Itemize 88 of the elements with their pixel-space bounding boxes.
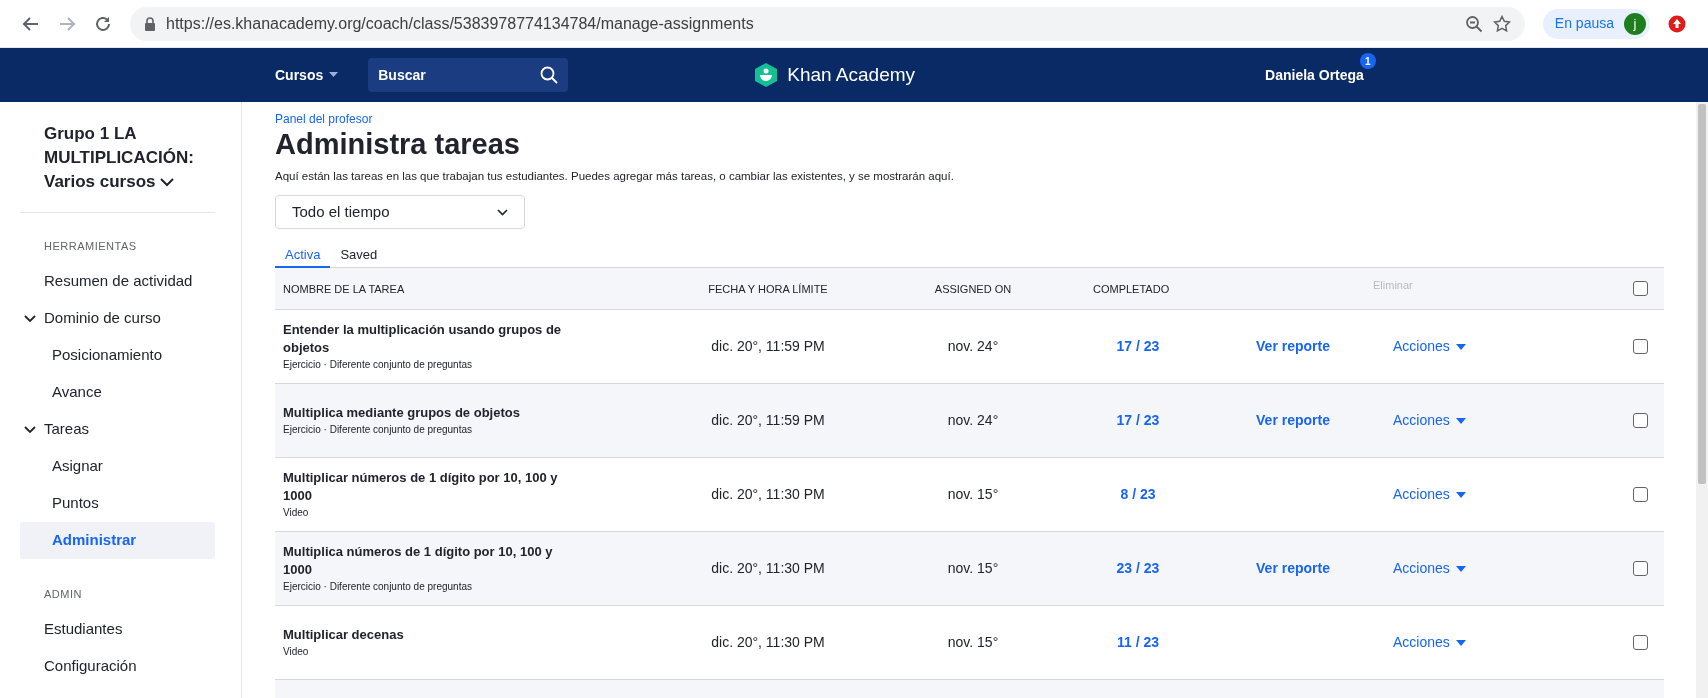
class-selector[interactable]: Grupo 1 LA MULTIPLICACIÓN: Varios cursos	[44, 122, 219, 194]
caret-icon	[329, 72, 339, 78]
sidebar-item[interactable]: Configuración	[20, 648, 215, 685]
assignment-name: Multiplicar decenas	[283, 626, 405, 645]
column-header: NOMBRE DE LA TAREA	[283, 281, 406, 297]
completion-link[interactable]: 8 / 23	[1120, 484, 1156, 506]
star-icon	[1492, 14, 1511, 33]
lock-icon	[144, 16, 156, 31]
profile-status: En pausa	[1554, 14, 1614, 33]
reload-icon[interactable]	[94, 14, 112, 33]
assignment-type: Ejercicio · Diferente conjunto de preguntas	[283, 358, 473, 373]
report-link[interactable]: Ver reporte	[1256, 410, 1330, 432]
report-link[interactable]: Ver reporte	[1256, 558, 1330, 580]
column-header: FECHA Y HORA LÍMITE	[707, 281, 829, 297]
actions-menu[interactable]: Acciones	[1373, 484, 1583, 506]
assigned-date: nov. 24°	[947, 411, 999, 431]
sidebar-item[interactable]: Resumen de actividad	[20, 263, 215, 300]
completion-link[interactable]: 17 / 23	[1116, 336, 1160, 358]
report-link[interactable]: Ver reporte	[1256, 336, 1330, 358]
due-date: dic. 20°, 11:30 PM	[711, 485, 825, 505]
extension-icon[interactable]	[1668, 14, 1686, 33]
caret-icon	[1455, 343, 1466, 350]
breadcrumb-link[interactable]: Panel del profesor	[275, 112, 1664, 126]
address-bar[interactable]: https://es.khanacademy.org/coach/class/5383978774134784/manage-assignments	[130, 6, 1525, 41]
actions-menu[interactable]: Acciones	[1373, 632, 1583, 654]
checkbox[interactable]	[1633, 281, 1648, 297]
chevron-down-icon	[497, 208, 508, 216]
courses-menu[interactable]: Cursos	[275, 64, 339, 86]
assignment-name: Multiplica números de 1 dígito por 10, 100 y 1000	[283, 543, 554, 580]
profile-button[interactable]: En pausa j	[1542, 8, 1650, 39]
assignment-name: Multiplicar números de 1 dígito por 10, 100 y 1000	[283, 469, 559, 506]
checkbox[interactable]	[1633, 635, 1648, 651]
assignment-name: Multiplica mediante grupos de objetos	[283, 404, 521, 423]
assigned-date: nov. 24°	[947, 337, 999, 357]
sidebar-item[interactable]: Administrar	[20, 522, 215, 559]
column-header: ASSIGNED ON	[933, 281, 1013, 297]
completion-link[interactable]: 11 / 23	[1116, 632, 1159, 654]
avatar: j	[1624, 12, 1646, 35]
due-date: dic. 20°, 11:59 PM	[711, 337, 825, 357]
sidebar-item[interactable]: Dominio de curso	[20, 300, 215, 337]
checkbox[interactable]	[1633, 487, 1648, 503]
delete-label: Eliminar	[1373, 277, 1414, 293]
sidebar-item[interactable]: Tareas	[20, 411, 215, 448]
logo-icon	[753, 62, 780, 88]
assignment-type: Video	[283, 506, 310, 521]
checkbox[interactable]	[1633, 561, 1648, 577]
assignment-type: Ejercicio · Diferente conjunto de preguntas	[283, 580, 473, 595]
checkbox[interactable]	[1633, 413, 1648, 429]
assignment-type: Video	[283, 645, 310, 660]
assigned-date: nov. 15°	[947, 633, 999, 653]
tab[interactable]: Saved	[330, 242, 388, 269]
assignment-name: Entender la multiplicación usando grupos de objetos	[283, 321, 563, 358]
completion-link[interactable]: 17 / 23	[1116, 410, 1160, 432]
back-icon[interactable]	[22, 14, 40, 33]
due-date: dic. 20°, 11:30 PM	[711, 559, 825, 579]
page-description: Aquí están las tareas en las que trabajan tus estudiantes. Puedes agregar más tareas, o cambiar las existentes, y se mostrarán aquí.	[275, 169, 955, 184]
sidebar-item[interactable]: Estudiantes	[20, 611, 215, 648]
site-logo-text: Khan Academy	[787, 62, 916, 87]
caret-icon	[1455, 565, 1466, 572]
zoom-out-icon	[1464, 14, 1483, 33]
actions-menu[interactable]: Acciones	[1373, 410, 1583, 432]
column-header: COMPLETADO	[1092, 281, 1171, 297]
assigned-date: nov. 15°	[947, 559, 999, 579]
checkbox[interactable]	[1633, 339, 1648, 355]
search-field[interactable]: Buscar	[368, 58, 569, 92]
due-date: dic. 20°, 11:30 PM	[711, 633, 825, 653]
completion-link[interactable]: 23 / 23	[1116, 558, 1160, 580]
sidebar-item[interactable]: Posicionamiento	[20, 337, 215, 374]
time-filter-dropdown[interactable]: Todo el tiempo	[275, 195, 525, 230]
actions-menu[interactable]: Acciones	[1373, 558, 1583, 580]
actions-menu[interactable]: Acciones	[1373, 336, 1583, 358]
url-text: https://es.khanacademy.org/coach/class/5383978774134784/manage-assignments	[166, 13, 755, 34]
sidebar-item[interactable]: Puntos	[20, 485, 215, 522]
page-title: Administra tareas	[275, 127, 521, 162]
section-heading: ADMIN	[43, 586, 83, 602]
due-date: dic. 20°, 11:59 PM	[711, 411, 825, 431]
sidebar-item[interactable]: Asignar	[20, 448, 215, 485]
caret-icon	[1455, 491, 1466, 498]
caret-icon	[1455, 417, 1466, 424]
chevron-down-icon	[160, 178, 175, 187]
caret-icon	[1455, 639, 1466, 646]
assignment-type: Ejercicio · Diferente conjunto de preguntas	[283, 423, 473, 438]
assigned-date: nov. 15°	[947, 485, 999, 505]
search-icon	[540, 66, 559, 84]
sidebar-item[interactable]: Avance	[20, 374, 215, 411]
notification-badge: 1	[1359, 53, 1376, 69]
scrollbar-thumb[interactable]	[1698, 104, 1706, 484]
section-heading: HERRAMIENTAS	[43, 238, 138, 254]
